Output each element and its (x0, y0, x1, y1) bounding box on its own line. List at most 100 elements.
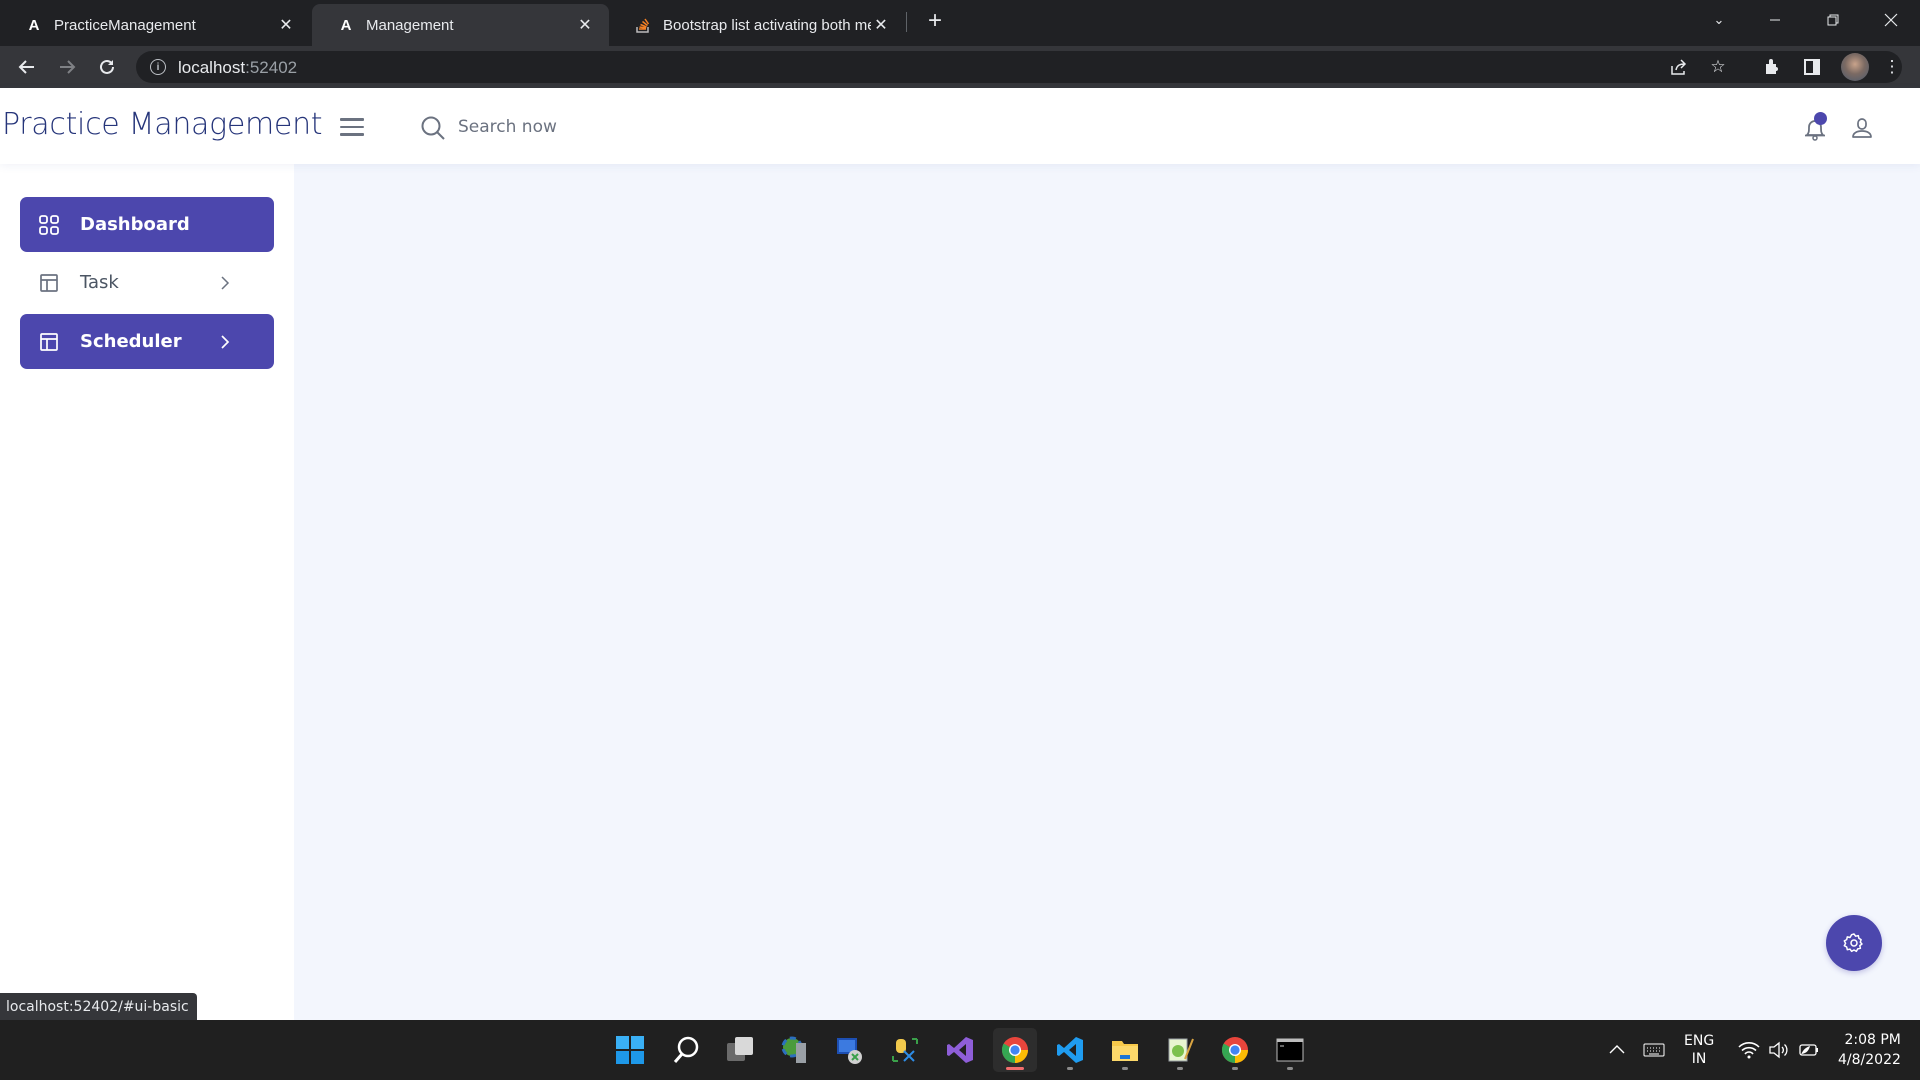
search-icon (421, 116, 445, 140)
back-button[interactable] (12, 52, 42, 82)
vscode-icon (1057, 1037, 1083, 1063)
wifi-icon (1738, 1042, 1760, 1059)
show-hidden-icons-button[interactable] (1608, 1020, 1626, 1080)
url-text: localhost:52402 (178, 58, 297, 78)
taskbar-search-button[interactable] (664, 1028, 708, 1072)
taskbar-app-sql-tools[interactable] (883, 1028, 927, 1072)
settings-fab-button[interactable] (1826, 915, 1882, 971)
start-button[interactable] (608, 1028, 652, 1072)
database-tools-icon (892, 1038, 918, 1062)
volume-icon (1769, 1041, 1788, 1059)
sidebar-item-task[interactable]: Task (20, 255, 274, 310)
close-tab-icon[interactable]: ✕ (575, 15, 595, 35)
region-code: IN (1691, 1051, 1707, 1067)
windows-logo-icon (616, 1036, 644, 1064)
battery-status[interactable] (1798, 1020, 1820, 1080)
chrome-menu-icon[interactable]: ⋮ (1882, 57, 1902, 77)
browser-tab-bar: A PracticeManagement ✕ A Management ✕ Bo… (0, 0, 1920, 46)
taskbar-app-visual-studio[interactable] (938, 1028, 982, 1072)
running-indicator (1177, 1067, 1183, 1070)
gear-icon (1843, 933, 1863, 953)
taskbar-app-file-explorer[interactable] (1103, 1028, 1147, 1072)
sidebar-item-label: Task (80, 272, 119, 293)
taskbar-app-iis[interactable] (773, 1028, 817, 1072)
notification-badge (1814, 112, 1827, 125)
terminal-icon (1276, 1038, 1304, 1062)
grid-icon (39, 214, 59, 235)
angular-icon: A (340, 16, 352, 34)
browser-toolbar: i localhost:52402 ☆ ⋮ (0, 46, 1920, 88)
app-viewport: Practice Management Dashboard Task Sched… (0, 88, 1920, 1020)
chevron-right-icon (221, 275, 230, 290)
tab-bootstrap-list[interactable]: Bootstrap list activating both menu ✕ (609, 4, 905, 46)
extensions-icon[interactable] (1762, 57, 1782, 77)
tab-title: Bootstrap list activating both menu (663, 16, 871, 34)
bookmark-star-icon[interactable]: ☆ (1708, 57, 1728, 77)
task-view-icon (727, 1037, 753, 1061)
language-indicator[interactable]: ENG IN (1684, 1020, 1714, 1080)
running-indicator (1232, 1067, 1238, 1070)
tab-search-icon[interactable]: ⌄ (1696, 0, 1742, 40)
menu-toggle-icon[interactable] (340, 118, 364, 136)
network-status[interactable] (1738, 1020, 1760, 1080)
link-status-bar: localhost:52402/#ui-basic (0, 993, 197, 1020)
sidebar: Dashboard Task Scheduler (0, 164, 294, 1020)
close-tab-icon[interactable]: ✕ (276, 15, 296, 35)
keyboard-icon (1643, 1043, 1665, 1057)
taskbar-app-remote-desktop[interactable] (828, 1028, 872, 1072)
close-tab-icon[interactable]: ✕ (871, 15, 891, 35)
language-code: ENG (1684, 1033, 1715, 1049)
running-indicator (1122, 1067, 1128, 1070)
sidebar-item-dashboard[interactable]: Dashboard (20, 197, 274, 252)
url-port: :52402 (245, 58, 298, 77)
chevron-up-icon (1609, 1045, 1625, 1054)
forward-button[interactable] (52, 52, 82, 82)
restore-icon[interactable] (1810, 0, 1856, 40)
tab-practice-management[interactable]: A PracticeManagement ✕ (0, 4, 310, 46)
tab-management[interactable]: A Management ✕ (312, 4, 609, 46)
brand-logo[interactable]: Practice Management (2, 107, 323, 142)
active-app-indicator (1006, 1067, 1024, 1070)
taskbar-app-terminal[interactable] (1268, 1028, 1312, 1072)
clock-date: 4/8/2022 (1838, 1052, 1901, 1068)
tab-title: PracticeManagement (54, 16, 196, 34)
taskbar-app-chrome[interactable] (993, 1028, 1037, 1072)
profile-avatar[interactable] (1841, 53, 1869, 81)
windows-taskbar: ENG IN 2:08 PM 4/8/2022 (0, 1020, 1920, 1080)
battery-saver-icon (1799, 1044, 1818, 1056)
minimize-icon[interactable] (1752, 0, 1798, 40)
close-window-icon[interactable] (1868, 0, 1914, 40)
visual-studio-icon (947, 1037, 973, 1063)
side-panel-icon[interactable] (1802, 57, 1822, 77)
tab-separator (906, 12, 907, 32)
stackoverflow-icon (635, 17, 651, 33)
share-icon[interactable] (1668, 57, 1688, 77)
chevron-right-icon (221, 334, 230, 349)
app-header: Practice Management (0, 88, 1920, 164)
taskbar-app-chrome-2[interactable] (1213, 1028, 1257, 1072)
layout-icon (40, 332, 58, 351)
new-tab-button[interactable]: + (922, 7, 948, 34)
running-indicator (1287, 1067, 1293, 1070)
search-icon (673, 1036, 699, 1063)
address-bar[interactable]: i localhost:52402 ☆ (136, 51, 1902, 83)
volume-control[interactable] (1768, 1020, 1790, 1080)
sidebar-item-label: Scheduler (80, 331, 182, 352)
sidebar-item-label: Dashboard (80, 214, 190, 235)
taskbar-app-notepad-plus-plus[interactable] (1158, 1028, 1202, 1072)
site-info-icon[interactable]: i (150, 59, 166, 75)
user-profile-icon[interactable] (1850, 116, 1874, 140)
taskbar-app-vscode[interactable] (1048, 1028, 1092, 1072)
chrome-icon (1001, 1037, 1028, 1064)
running-indicator (1067, 1067, 1073, 1070)
sidebar-item-scheduler[interactable]: Scheduler (20, 314, 274, 369)
reload-button[interactable] (92, 52, 122, 82)
remote-desktop-icon (837, 1038, 862, 1064)
clock[interactable]: 2:08 PM 4/8/2022 (1838, 1020, 1901, 1080)
iis-manager-icon (781, 1036, 806, 1063)
task-view-button[interactable] (718, 1028, 762, 1072)
touch-keyboard-button[interactable] (1643, 1020, 1665, 1080)
search-input[interactable] (458, 112, 758, 142)
layout-icon (40, 273, 58, 292)
url-host: localhost (178, 58, 246, 77)
